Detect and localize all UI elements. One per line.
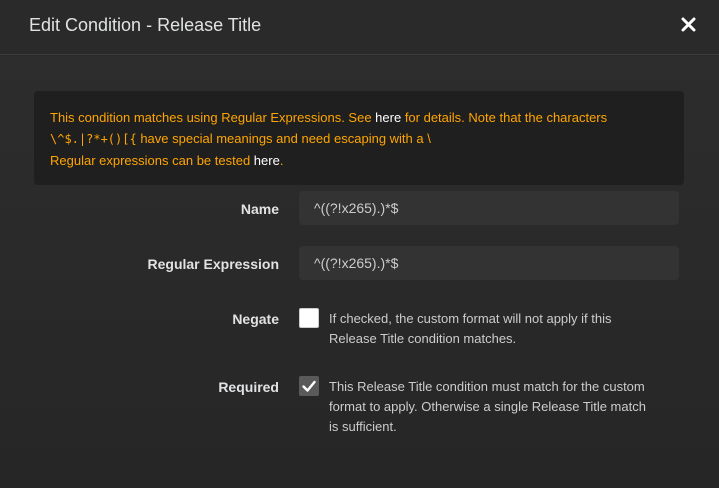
required-label: Required [218,379,279,395]
regex-tester-link[interactable]: here [254,153,280,168]
help-line: is sufficient. [329,419,397,434]
help-line: If checked, the custom format will not a… [329,311,612,326]
modal-title: Edit Condition - Release Title [29,15,262,35]
special-characters: \^$.|?*+()[{ [50,132,137,146]
regex-info-alert: This condition matches using Regular Exp… [34,91,684,185]
close-button[interactable] [678,14,700,36]
regex-input[interactable] [299,246,679,280]
regex-label: Regular Expression [147,256,280,272]
required-checkbox[interactable] [299,376,319,396]
negate-label: Negate [232,311,279,327]
alert-text: Regular expressions can be tested [50,153,254,168]
checkmark-icon [302,380,316,392]
name-input[interactable] [299,191,679,225]
required-help-text: This Release Title condition must match … [329,377,689,437]
alert-text: have special meanings and need escaping … [136,131,431,146]
alert-text: . [279,153,284,168]
negate-checkbox[interactable] [299,308,319,328]
alert-line-2: \^$.|?*+()[{ have special meanings and n… [50,128,668,150]
help-line: Release Title condition matches. [329,331,517,346]
modal-header: Edit Condition - Release Title [0,0,719,55]
alert-line-3: Regular expressions can be tested here. [50,150,668,171]
name-label: Name [240,201,279,217]
negate-help-text: If checked, the custom format will not a… [329,309,689,349]
alert-line-1: This condition matches using Regular Exp… [50,107,668,128]
help-line: This Release Title condition must match … [329,379,645,394]
close-icon [681,17,696,32]
help-line: format to apply. Otherwise a single Rele… [329,399,646,414]
regex-docs-link[interactable]: here [375,110,401,125]
alert-text: for details. Note that the characters [401,110,608,125]
alert-text: This condition matches using Regular Exp… [50,110,376,125]
